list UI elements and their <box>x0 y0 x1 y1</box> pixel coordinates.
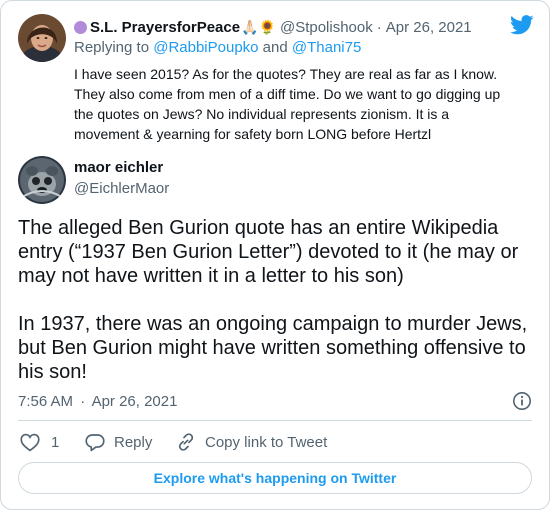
main-author-handle[interactable]: @EichlerMaor <box>74 180 169 197</box>
sunflower-emoji-icon: 🌻 <box>258 18 276 35</box>
copy-link-button[interactable]: Copy link to Tweet <box>176 431 327 453</box>
parent-tweet-text: I have seen 2015? As for the quotes? The… <box>74 64 500 144</box>
explore-twitter-button[interactable]: Explore what's happening on Twitter <box>18 462 532 494</box>
reply-label: Reply <box>114 433 153 451</box>
replying-to-prefix: Replying to <box>74 39 154 56</box>
like-count: 1 <box>51 433 60 451</box>
parent-text-line: I have seen 2015? As for the quotes? The… <box>74 66 498 82</box>
embedded-tweet-card: S.L. PrayersforPeace 🙏🏻 🌻 @Stpolishook ·… <box>0 0 550 510</box>
main-text-line: may not have written it in a letter to h… <box>18 265 404 287</box>
praying-hands-emoji-icon: 🙏🏻 <box>241 18 259 35</box>
replying-to-and: and <box>258 39 292 56</box>
tweet-time: 7:56 AM <box>18 393 74 410</box>
link-icon <box>178 433 194 451</box>
parent-tweet-date[interactable]: Apr 26, 2021 <box>386 19 472 36</box>
purple-circle-emoji-icon <box>74 20 87 34</box>
info-icon[interactable] <box>512 391 532 411</box>
parent-text-line: They also come from men of a diff time. … <box>74 86 501 102</box>
main-text-line: but Ben Gurion might have written someth… <box>18 337 526 359</box>
header-separator: · <box>376 18 382 36</box>
heart-icon <box>20 433 40 451</box>
timestamp-separator: · <box>80 393 86 410</box>
parent-text-line: movement & yearning for safety born LONG… <box>74 126 432 142</box>
explore-twitter-label: Explore what's happening on Twitter <box>153 470 397 486</box>
replying-to-user-link[interactable]: @Thani75 <box>292 39 361 56</box>
twitter-bird-icon[interactable] <box>510 15 534 35</box>
main-text-line: In 1937, there was an ongoing campaign t… <box>18 313 528 335</box>
parent-author-name[interactable]: S.L. PrayersforPeace <box>90 19 240 36</box>
main-author-name[interactable]: maor eichler <box>74 159 163 176</box>
parent-tweet-header: S.L. PrayersforPeace 🙏🏻 🌻 @Stpolishook ·… <box>74 17 472 37</box>
like-button[interactable]: 1 <box>20 431 59 453</box>
main-text-line: his son! <box>18 361 87 383</box>
reply-icon <box>85 433 105 451</box>
reply-button[interactable]: Reply <box>85 431 152 453</box>
main-text-line: entry (“1937 Ben Gurion Letter”) devoted… <box>18 241 519 263</box>
divider <box>18 420 532 421</box>
tweet-date: Apr 26, 2021 <box>91 393 178 410</box>
parent-text-line: the quotes on Jews? No individual repres… <box>74 106 450 122</box>
parent-author-handle[interactable]: @Stpolishook <box>280 19 373 36</box>
main-text-line: The alleged Ben Gurion quote has an enti… <box>18 217 499 239</box>
tweet-timestamp[interactable]: 7:56 AM · Apr 26, 2021 <box>18 393 177 410</box>
main-text-blank-line <box>18 288 527 312</box>
main-author-avatar[interactable] <box>18 156 66 204</box>
main-tweet-text: The alleged Ben Gurion quote has an enti… <box>18 216 527 384</box>
replying-to-user-link[interactable]: @RabbiPoupko <box>153 39 258 56</box>
copy-link-label: Copy link to Tweet <box>205 433 328 451</box>
replying-to-line: Replying to @RabbiPoupko and @Thani75 <box>74 39 361 56</box>
parent-author-avatar[interactable] <box>18 14 66 62</box>
